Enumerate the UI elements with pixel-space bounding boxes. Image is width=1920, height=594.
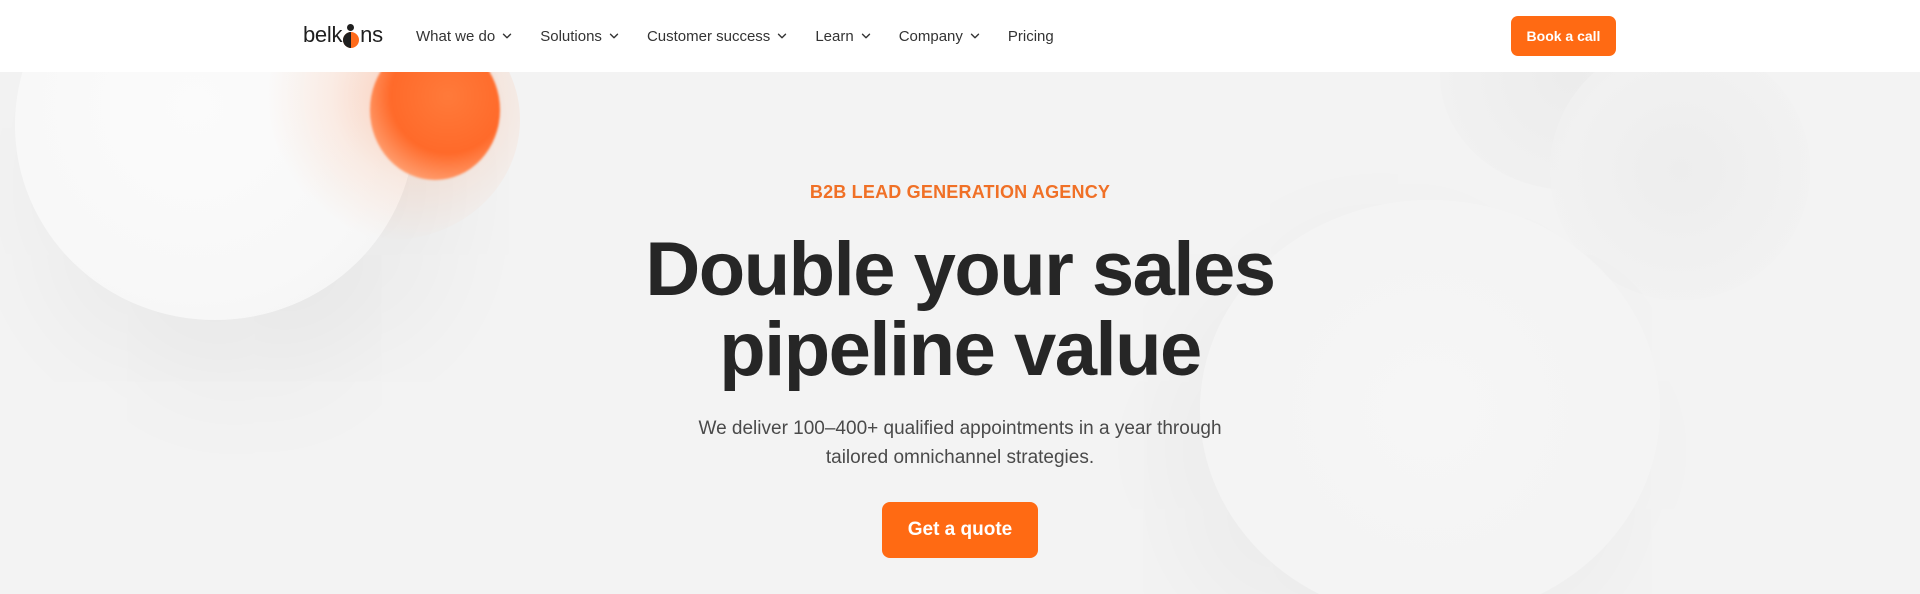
nav-item-learn[interactable]: Learn — [815, 28, 870, 45]
chevron-down-icon — [503, 33, 512, 39]
logo-text-left: belk — [303, 22, 343, 47]
hero-eyebrow: B2B LEAD GENERATION AGENCY — [809, 182, 1111, 202]
main-nav: What we do Solutions Customer success Le… — [416, 0, 1082, 72]
hero-section: B2B LEAD GENERATION AGENCY Double your s… — [0, 72, 1920, 594]
get-a-quote-button[interactable]: Get a quote — [882, 502, 1038, 558]
nav-item-customer-success[interactable]: Customer success — [647, 28, 787, 45]
belkins-logo[interactable]: belk ns — [303, 22, 383, 48]
nav-item-label: Pricing — [1007, 27, 1054, 45]
logo-mark-icon — [343, 24, 360, 48]
hero-headline: Double your sales pipeline value — [560, 230, 1360, 390]
hero-subtext-line: We deliver 100–400+ qualified appointmen… — [698, 418, 1222, 439]
hero-subtext: We deliver 100–400+ qualified appointmen… — [660, 414, 1260, 472]
nav-item-label: Solutions — [540, 27, 602, 45]
nav-item-label: Customer success — [646, 27, 771, 45]
nav-item-company[interactable]: Company — [899, 28, 980, 45]
nav-item-what-we-do[interactable]: What we do — [416, 28, 512, 45]
nav-item-label: What we do — [416, 27, 496, 45]
hero-headline-line: Double your sales — [645, 227, 1276, 312]
site-header: belk ns What we do Solutions Customer su… — [0, 0, 1920, 72]
chevron-down-icon — [778, 33, 787, 39]
nav-item-label: Company — [898, 27, 963, 45]
hero-subtext-line: tailored omnichannel strategies. — [825, 447, 1095, 468]
nav-item-solutions[interactable]: Solutions — [540, 28, 619, 45]
logo-text-right: ns — [360, 22, 383, 47]
chevron-down-icon — [970, 33, 980, 39]
chevron-down-icon — [609, 33, 619, 39]
nav-item-label: Learn — [815, 27, 854, 45]
book-a-call-button[interactable]: Book a call — [1511, 16, 1616, 56]
chevron-down-icon — [861, 33, 870, 39]
nav-item-pricing[interactable]: Pricing — [1008, 28, 1054, 45]
hero-headline-line: pipeline value — [719, 307, 1202, 392]
